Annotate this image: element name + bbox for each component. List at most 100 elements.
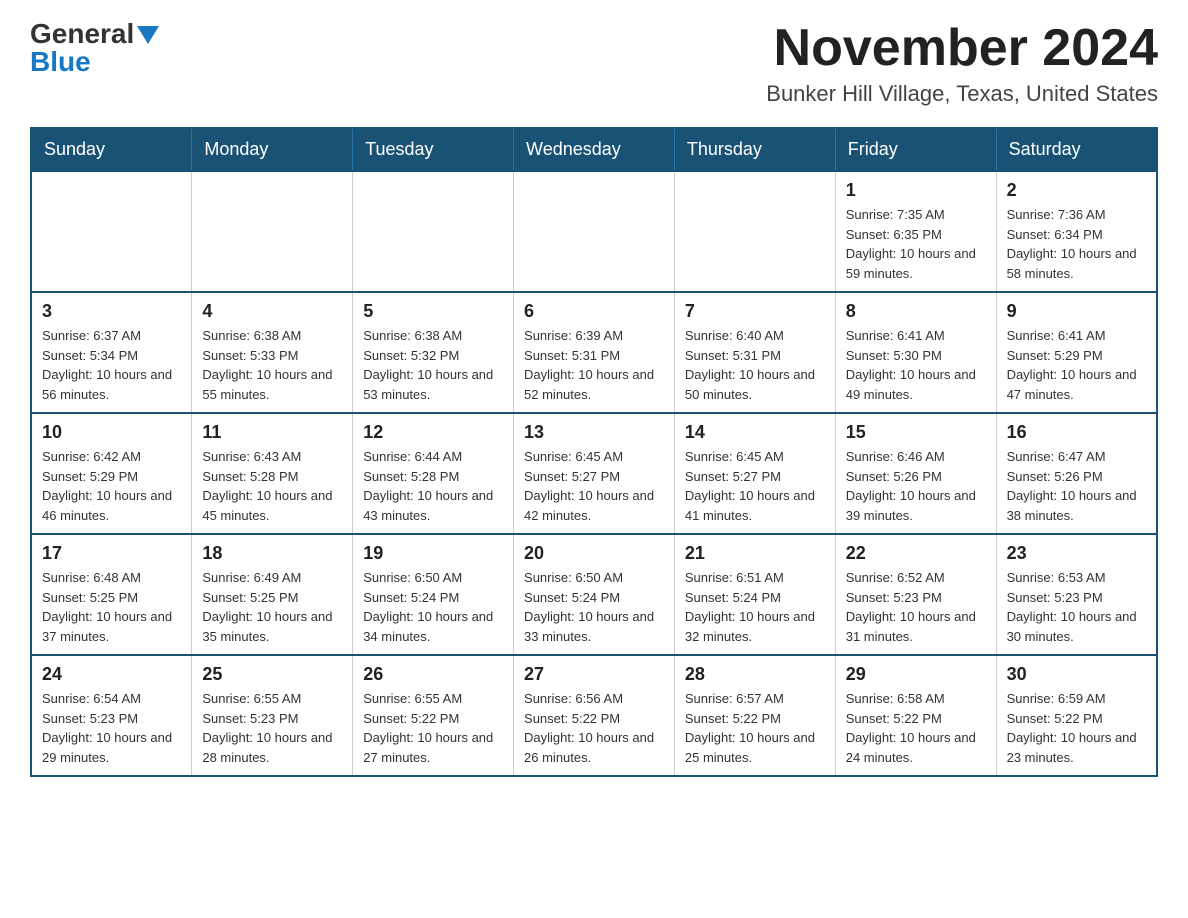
day-info: Sunrise: 6:58 AM Sunset: 5:22 PM Dayligh…: [846, 689, 986, 767]
calendar-cell: 4 Sunrise: 6:38 AM Sunset: 5:33 PM Daylig…: [192, 292, 353, 413]
day-info: Sunrise: 6:59 AM Sunset: 5:22 PM Dayligh…: [1007, 689, 1146, 767]
calendar-cell: 6 Sunrise: 6:39 AM Sunset: 5:31 PM Daylig…: [514, 292, 675, 413]
day-info: Sunrise: 6:48 AM Sunset: 5:25 PM Dayligh…: [42, 568, 181, 646]
day-number: 14: [685, 422, 825, 443]
day-info: Sunrise: 6:42 AM Sunset: 5:29 PM Dayligh…: [42, 447, 181, 525]
day-number: 28: [685, 664, 825, 685]
day-number: 10: [42, 422, 181, 443]
day-number: 13: [524, 422, 664, 443]
weekday-header-row: SundayMondayTuesdayWednesdayThursdayFrid…: [31, 128, 1157, 171]
day-number: 16: [1007, 422, 1146, 443]
calendar-cell: 12 Sunrise: 6:44 AM Sunset: 5:28 PM Dayli…: [353, 413, 514, 534]
week-row-5: 24 Sunrise: 6:54 AM Sunset: 5:23 PM Dayli…: [31, 655, 1157, 776]
day-info: Sunrise: 6:55 AM Sunset: 5:23 PM Dayligh…: [202, 689, 342, 767]
calendar-cell: [192, 171, 353, 292]
calendar-cell: 2Sunrise: 7:36 AM Sunset: 6:34 PM Daylig…: [996, 171, 1157, 292]
day-info: Sunrise: 6:54 AM Sunset: 5:23 PM Dayligh…: [42, 689, 181, 767]
day-number: 6: [524, 301, 664, 322]
day-info: Sunrise: 6:41 AM Sunset: 5:29 PM Dayligh…: [1007, 326, 1146, 404]
day-info: Sunrise: 6:46 AM Sunset: 5:26 PM Dayligh…: [846, 447, 986, 525]
day-number: 18: [202, 543, 342, 564]
day-info: Sunrise: 6:38 AM Sunset: 5:33 PM Dayligh…: [202, 326, 342, 404]
day-number: 25: [202, 664, 342, 685]
calendar-cell: 5Sunrise: 6:38 AM Sunset: 5:32 PM Daylig…: [353, 292, 514, 413]
calendar-cell: 23Sunrise: 6:53 AM Sunset: 5:23 PM Dayli…: [996, 534, 1157, 655]
day-info: Sunrise: 6:43 AM Sunset: 5:28 PM Dayligh…: [202, 447, 342, 525]
calendar-cell: [31, 171, 192, 292]
day-info: Sunrise: 6:52 AM Sunset: 5:23 PM Dayligh…: [846, 568, 986, 646]
day-info: Sunrise: 6:40 AM Sunset: 5:31 PM Dayligh…: [685, 326, 825, 404]
day-info: Sunrise: 7:35 AM Sunset: 6:35 PM Dayligh…: [846, 205, 986, 283]
logo-triangle-icon: [137, 26, 159, 44]
day-info: Sunrise: 6:57 AM Sunset: 5:22 PM Dayligh…: [685, 689, 825, 767]
weekday-header-wednesday: Wednesday: [514, 128, 675, 171]
day-number: 15: [846, 422, 986, 443]
day-info: Sunrise: 6:45 AM Sunset: 5:27 PM Dayligh…: [524, 447, 664, 525]
calendar-cell: 7 Sunrise: 6:40 AM Sunset: 5:31 PM Daylig…: [674, 292, 835, 413]
calendar-cell: 8 Sunrise: 6:41 AM Sunset: 5:30 PM Daylig…: [835, 292, 996, 413]
week-row-4: 17 Sunrise: 6:48 AM Sunset: 5:25 PM Dayli…: [31, 534, 1157, 655]
logo-general: General: [30, 20, 134, 48]
day-number: 19: [363, 543, 503, 564]
day-info: Sunrise: 6:39 AM Sunset: 5:31 PM Dayligh…: [524, 326, 664, 404]
calendar-cell: 3Sunrise: 6:37 AM Sunset: 5:34 PM Daylig…: [31, 292, 192, 413]
calendar-cell: 11 Sunrise: 6:43 AM Sunset: 5:28 PM Dayli…: [192, 413, 353, 534]
day-number: 7: [685, 301, 825, 322]
day-number: 30: [1007, 664, 1146, 685]
calendar-cell: 21Sunrise: 6:51 AM Sunset: 5:24 PM Dayli…: [674, 534, 835, 655]
weekday-header-sunday: Sunday: [31, 128, 192, 171]
day-number: 17: [42, 543, 181, 564]
day-number: 26: [363, 664, 503, 685]
calendar-cell: 27 Sunrise: 6:56 AM Sunset: 5:22 PM Dayli…: [514, 655, 675, 776]
day-number: 1: [846, 180, 986, 201]
calendar-cell: 14 Sunrise: 6:45 AM Sunset: 5:27 PM Dayli…: [674, 413, 835, 534]
week-row-1: 1 Sunrise: 7:35 AM Sunset: 6:35 PM Daylig…: [31, 171, 1157, 292]
month-title: November 2024: [766, 20, 1158, 77]
title-block: November 2024 Bunker Hill Village, Texas…: [766, 20, 1158, 107]
week-row-3: 10 Sunrise: 6:42 AM Sunset: 5:29 PM Dayli…: [31, 413, 1157, 534]
day-info: Sunrise: 6:47 AM Sunset: 5:26 PM Dayligh…: [1007, 447, 1146, 525]
weekday-header-monday: Monday: [192, 128, 353, 171]
day-number: 5: [363, 301, 503, 322]
day-number: 27: [524, 664, 664, 685]
calendar-cell: 10 Sunrise: 6:42 AM Sunset: 5:29 PM Dayli…: [31, 413, 192, 534]
calendar-cell: 15 Sunrise: 6:46 AM Sunset: 5:26 PM Dayli…: [835, 413, 996, 534]
calendar-cell: 29Sunrise: 6:58 AM Sunset: 5:22 PM Dayli…: [835, 655, 996, 776]
calendar-cell: 17 Sunrise: 6:48 AM Sunset: 5:25 PM Dayli…: [31, 534, 192, 655]
day-info: Sunrise: 6:55 AM Sunset: 5:22 PM Dayligh…: [363, 689, 503, 767]
day-number: 22: [846, 543, 986, 564]
calendar-cell: 9 Sunrise: 6:41 AM Sunset: 5:29 PM Daylig…: [996, 292, 1157, 413]
calendar-cell: 22 Sunrise: 6:52 AM Sunset: 5:23 PM Dayli…: [835, 534, 996, 655]
day-number: 11: [202, 422, 342, 443]
day-info: Sunrise: 6:44 AM Sunset: 5:28 PM Dayligh…: [363, 447, 503, 525]
calendar-cell: [514, 171, 675, 292]
weekday-header-tuesday: Tuesday: [353, 128, 514, 171]
week-row-2: 3Sunrise: 6:37 AM Sunset: 5:34 PM Daylig…: [31, 292, 1157, 413]
calendar-cell: 1 Sunrise: 7:35 AM Sunset: 6:35 PM Daylig…: [835, 171, 996, 292]
weekday-header-friday: Friday: [835, 128, 996, 171]
weekday-header-thursday: Thursday: [674, 128, 835, 171]
day-number: 20: [524, 543, 664, 564]
calendar-cell: 25 Sunrise: 6:55 AM Sunset: 5:23 PM Dayli…: [192, 655, 353, 776]
logo-blue: Blue: [30, 46, 91, 77]
calendar-cell: 13 Sunrise: 6:45 AM Sunset: 5:27 PM Dayli…: [514, 413, 675, 534]
day-info: Sunrise: 6:45 AM Sunset: 5:27 PM Dayligh…: [685, 447, 825, 525]
day-number: 24: [42, 664, 181, 685]
weekday-header-saturday: Saturday: [996, 128, 1157, 171]
day-info: Sunrise: 6:37 AM Sunset: 5:34 PM Dayligh…: [42, 326, 181, 404]
page-header: General Blue November 2024 Bunker Hill V…: [30, 20, 1158, 107]
calendar-cell: 30 Sunrise: 6:59 AM Sunset: 5:22 PM Dayli…: [996, 655, 1157, 776]
day-info: Sunrise: 6:53 AM Sunset: 5:23 PM Dayligh…: [1007, 568, 1146, 646]
logo: General Blue: [30, 20, 159, 76]
day-info: Sunrise: 6:50 AM Sunset: 5:24 PM Dayligh…: [363, 568, 503, 646]
day-info: Sunrise: 6:51 AM Sunset: 5:24 PM Dayligh…: [685, 568, 825, 646]
day-number: 4: [202, 301, 342, 322]
day-info: Sunrise: 6:56 AM Sunset: 5:22 PM Dayligh…: [524, 689, 664, 767]
calendar-cell: 16 Sunrise: 6:47 AM Sunset: 5:26 PM Dayli…: [996, 413, 1157, 534]
day-info: Sunrise: 6:41 AM Sunset: 5:30 PM Dayligh…: [846, 326, 986, 404]
day-number: 9: [1007, 301, 1146, 322]
day-number: 8: [846, 301, 986, 322]
day-number: 12: [363, 422, 503, 443]
day-info: Sunrise: 6:49 AM Sunset: 5:25 PM Dayligh…: [202, 568, 342, 646]
calendar-cell: 19 Sunrise: 6:50 AM Sunset: 5:24 PM Dayli…: [353, 534, 514, 655]
